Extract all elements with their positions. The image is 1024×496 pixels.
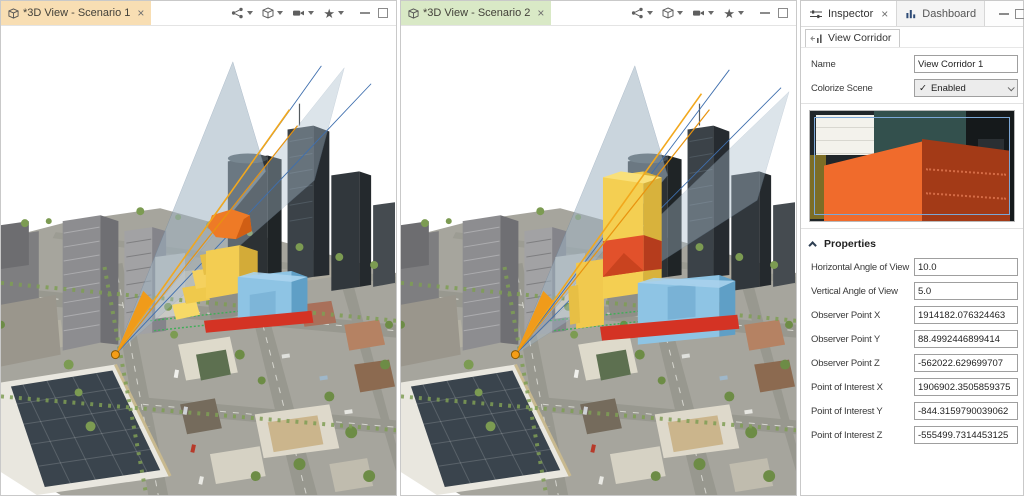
minimize-button[interactable] bbox=[760, 12, 770, 14]
share-icon[interactable] bbox=[631, 7, 644, 19]
inspector-panel: Inspector × Dashboard View Corridor Name… bbox=[800, 0, 1024, 496]
3d-viewport-scenario-2[interactable] bbox=[401, 26, 796, 495]
property-label: Point of Interest Y bbox=[811, 405, 883, 417]
minimize-button[interactable] bbox=[360, 12, 370, 14]
3d-viewport-scenario-1[interactable] bbox=[1, 26, 396, 495]
close-icon[interactable]: × bbox=[881, 7, 888, 21]
chevron-down-icon[interactable] bbox=[308, 11, 315, 15]
tab-3d-view-scenario-2[interactable]: *3D View - Scenario 2 × bbox=[401, 1, 552, 25]
colorize-scene-value: Enabled bbox=[930, 82, 966, 94]
subtab-label: View Corridor bbox=[828, 32, 892, 44]
tab-view-corridor[interactable]: View Corridor bbox=[805, 29, 901, 47]
scene-settings-icon[interactable] bbox=[262, 7, 274, 19]
viewport-toolbar: ★ bbox=[224, 1, 396, 25]
property-label: Horizontal Angle of View bbox=[811, 261, 910, 273]
tab-label: Inspector bbox=[828, 7, 874, 20]
chevron-down-icon bbox=[1007, 83, 1015, 91]
tab-title: *3D View - Scenario 2 bbox=[423, 7, 531, 19]
maximize-button[interactable] bbox=[378, 8, 388, 18]
properties-title: Properties bbox=[824, 238, 876, 250]
colorize-scene-label: Colorize Scene bbox=[811, 82, 873, 94]
chevron-down-icon[interactable] bbox=[277, 11, 284, 15]
minimize-button[interactable] bbox=[999, 12, 1010, 15]
chevron-down-icon[interactable] bbox=[677, 11, 684, 15]
camera-icon[interactable] bbox=[692, 7, 705, 19]
colorize-scene-dropdown[interactable]: ✓ Enabled bbox=[914, 79, 1018, 97]
viewport-toolbar: ★ bbox=[624, 1, 796, 25]
chevron-up-icon bbox=[808, 241, 817, 250]
observer-point[interactable] bbox=[110, 350, 120, 360]
tab-label: Dashboard bbox=[922, 7, 977, 20]
vertical-angle-input[interactable] bbox=[914, 282, 1018, 300]
panel-scenario-1: *3D View - Scenario 1 × ★ bbox=[0, 0, 397, 496]
close-icon[interactable]: × bbox=[537, 6, 544, 20]
application-window: *3D View - Scenario 1 × ★ *3D View - Sce… bbox=[0, 0, 1024, 496]
camera-icon[interactable] bbox=[292, 7, 305, 19]
observer-point-x-input[interactable] bbox=[914, 306, 1018, 324]
property-label: Observer Point Z bbox=[811, 357, 880, 369]
tabbar-scenario-1: *3D View - Scenario 1 × ★ bbox=[1, 1, 396, 26]
cube-icon bbox=[408, 7, 419, 19]
property-label: Point of Interest X bbox=[811, 381, 883, 393]
property-label: Vertical Angle of View bbox=[811, 285, 898, 297]
scene-settings-icon[interactable] bbox=[662, 7, 674, 19]
close-icon[interactable]: × bbox=[137, 6, 144, 20]
tabbar-scenario-2: *3D View - Scenario 2 × ★ bbox=[401, 1, 796, 26]
horizontal-angle-input[interactable] bbox=[914, 258, 1018, 276]
separator bbox=[801, 103, 1023, 104]
properties-section-header[interactable]: Properties bbox=[808, 238, 1013, 250]
chevron-down-icon[interactable] bbox=[338, 11, 344, 15]
bookmark-star-icon[interactable]: ★ bbox=[323, 7, 335, 20]
name-label: Name bbox=[811, 58, 836, 70]
inspector-tabbar: Inspector × Dashboard bbox=[801, 1, 1024, 27]
property-label: Point of Interest Z bbox=[811, 429, 883, 441]
tab-title: *3D View - Scenario 1 bbox=[23, 7, 131, 19]
property-label: Observer Point X bbox=[811, 309, 881, 321]
tab-dashboard[interactable]: Dashboard bbox=[897, 1, 986, 26]
share-icon[interactable] bbox=[231, 7, 244, 19]
view-corridor-form: Name Colorize Scene ✓ Enabled bbox=[801, 48, 1023, 450]
view-corridor-preview bbox=[809, 110, 1015, 222]
chevron-down-icon[interactable] bbox=[247, 11, 254, 15]
chevron-down-icon[interactable] bbox=[708, 11, 715, 15]
bar-chart-icon bbox=[905, 8, 917, 20]
property-label: Observer Point Y bbox=[811, 333, 880, 345]
maximize-button[interactable] bbox=[778, 8, 788, 18]
cube-icon bbox=[8, 7, 19, 19]
chevron-down-icon[interactable] bbox=[738, 11, 744, 15]
point-of-interest-z-input[interactable] bbox=[914, 426, 1018, 444]
point-of-interest-y-input[interactable] bbox=[914, 402, 1018, 420]
inspector-subtab-row: View Corridor bbox=[801, 27, 1023, 48]
maximize-button[interactable] bbox=[1015, 8, 1024, 19]
observer-point-y-input[interactable] bbox=[914, 330, 1018, 348]
view-corridor-icon bbox=[810, 33, 824, 44]
bookmark-star-icon[interactable]: ★ bbox=[723, 7, 735, 20]
chevron-down-icon[interactable] bbox=[647, 11, 654, 15]
tab-inspector[interactable]: Inspector × bbox=[801, 1, 898, 26]
sliders-icon bbox=[809, 8, 823, 20]
preview-corridor-frame bbox=[814, 117, 1010, 215]
point-of-interest-x-input[interactable] bbox=[914, 378, 1018, 396]
name-input[interactable] bbox=[914, 55, 1018, 73]
tab-3d-view-scenario-1[interactable]: *3D View - Scenario 1 × bbox=[1, 1, 152, 25]
observer-point[interactable] bbox=[510, 350, 520, 360]
observer-point-z-input[interactable] bbox=[914, 354, 1018, 372]
separator bbox=[801, 228, 1023, 229]
check-icon: ✓ bbox=[919, 82, 927, 94]
panel-scenario-2: *3D View - Scenario 2 × ★ bbox=[400, 0, 797, 496]
